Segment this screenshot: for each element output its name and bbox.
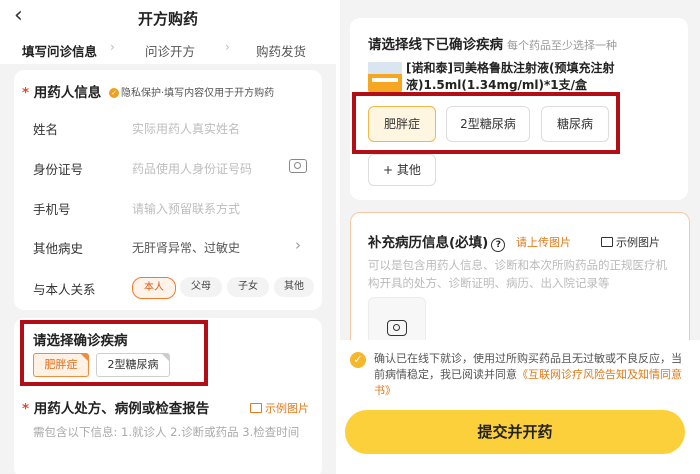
id-number-input[interactable]: 药品使用人身份证号码: [132, 160, 252, 177]
step-prescribe: 问诊开方: [145, 44, 196, 59]
camera-icon[interactable]: [289, 159, 307, 173]
image-icon: [250, 403, 262, 413]
camera-icon: [387, 320, 407, 336]
user-info-card: [14, 70, 322, 310]
name-input[interactable]: 实际用药人真实姓名: [132, 120, 240, 137]
offline-chip-other[interactable]: + 其他: [368, 154, 436, 186]
help-icon[interactable]: ?: [491, 238, 506, 252]
checkbox-checked-icon[interactable]: ✓: [350, 352, 366, 368]
history-hint: 可以是包含用药人信息、诊断和本次所购药品的正规医疗机构开具的处方、诊断证明、病历…: [368, 258, 667, 290]
highlight-box: [20, 320, 208, 386]
relation-option-children[interactable]: 子女: [227, 277, 269, 297]
left-screen: ‹ 开方购药 填写问诊信息 › 问诊开方 › 购药发货 * 用药人信息 ✓ 隐私保…: [0, 0, 336, 474]
name-label: 姓名: [33, 122, 59, 137]
consent-text: 确认已在线下就诊，使用过所购买药品且无过敏或不良反应，当前病情稳定，我已阅读并同…: [374, 352, 682, 397]
step-indicator: 填写问诊信息 › 问诊开方 › 购药发货: [0, 34, 336, 64]
drug-name: [诺和泰]司美格鲁肽注射液(预填充注射液)1.5ml(1.34mg/ml)*1支…: [406, 61, 615, 92]
example-image-link[interactable]: 示例图片: [601, 234, 660, 250]
image-icon: [601, 237, 613, 247]
privacy-note: ✓ 隐私保护·填写内容仅用于开方购药: [109, 84, 274, 99]
chevron-right-icon: ›: [225, 40, 230, 54]
relation-option-self[interactable]: 本人: [132, 277, 176, 299]
step-fill-info: 填写问诊信息: [22, 44, 98, 59]
phone-label: 手机号: [33, 202, 71, 217]
relation-label: 与本人关系: [33, 282, 96, 297]
phone-input[interactable]: 请输入预留联系方式: [132, 200, 240, 217]
user-info-title: * 用药人信息: [22, 85, 102, 101]
id-number-label: 身份证号: [33, 162, 84, 177]
example-image-link[interactable]: 示例图片: [250, 400, 309, 416]
highlight-box: [352, 92, 620, 154]
drug-image: [368, 62, 402, 92]
prescription-hint: 需包含以下信息: 1.就诊人 2.诊断或药品 3.检查时间: [33, 425, 300, 439]
shield-icon: ✓: [109, 88, 119, 98]
chevron-right-icon[interactable]: ›: [295, 236, 301, 254]
history-title: 补充病历信息(必填)?: [368, 231, 506, 252]
history-select[interactable]: 无肝肾异常、过敏史: [132, 239, 240, 256]
chevron-right-icon: ›: [110, 40, 115, 54]
page-title: 开方购药: [137, 10, 198, 28]
top-bar: ‹ 开方购药: [0, 0, 336, 34]
step-ship: 购药发货: [256, 44, 307, 59]
relation-option-other[interactable]: 其他: [274, 277, 314, 297]
relation-option-parents[interactable]: 父母: [180, 277, 222, 297]
submit-button[interactable]: 提交并开药: [345, 410, 685, 454]
prescription-title: * 用药人处方、病例或检查报告: [22, 401, 210, 417]
history-label: 其他病史: [33, 241, 84, 256]
offline-diagnosis-title: 请选择线下已确诊疾病 每个药品至少选择一种: [368, 37, 617, 53]
upload-image-link[interactable]: 请上传图片: [516, 234, 571, 250]
